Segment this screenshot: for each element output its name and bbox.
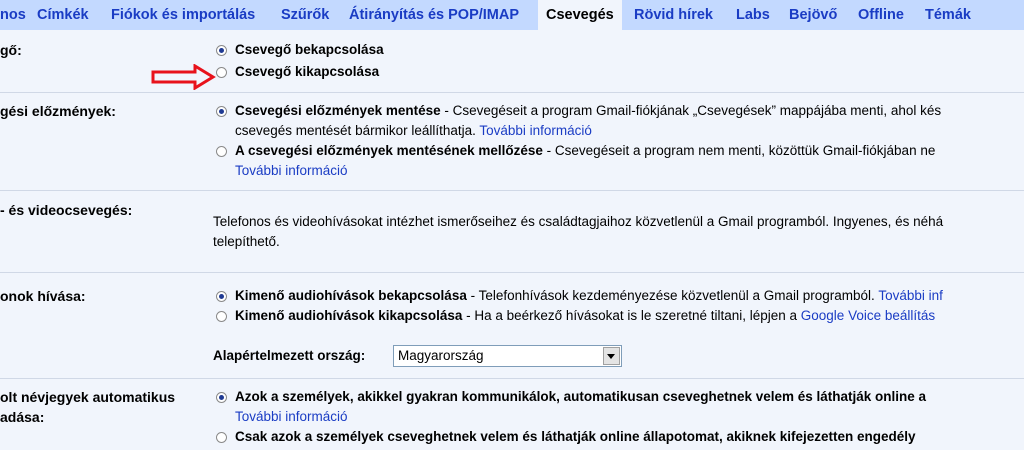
contacts-auto-radio[interactable] bbox=[216, 392, 227, 403]
history-save-desc2: csevegés mentését bármikor leállíthatja. bbox=[235, 123, 480, 138]
history-nosave-title[interactable]: A csevegési előzmények mentésének mellőz… bbox=[235, 143, 543, 158]
history-nosave-more-info-link[interactable]: További információ bbox=[235, 161, 348, 181]
calls-on-radio[interactable] bbox=[216, 291, 227, 302]
default-country-value: Magyarország bbox=[398, 348, 484, 363]
history-save-radio[interactable] bbox=[216, 106, 227, 117]
tab-filters[interactable]: Szűrők bbox=[281, 0, 329, 30]
auto-contacts-label-line1: olt névjegyek automatikus bbox=[0, 389, 176, 405]
divider bbox=[0, 272, 1024, 273]
contacts-explicit-title[interactable]: Csak azok a személyek cseveghetnek velem… bbox=[235, 427, 916, 447]
history-save-more-info-link[interactable]: További információ bbox=[479, 123, 592, 138]
settings-tab-bar: nos Címkék Fiókok és importálás Szűrők Á… bbox=[0, 0, 1024, 30]
tab-general-partial[interactable]: nos bbox=[0, 0, 26, 30]
tab-accounts-import[interactable]: Fiókok és importálás bbox=[111, 0, 255, 30]
contacts-auto-more-info-link[interactable]: További információ bbox=[235, 407, 348, 427]
video-chat-label: - és videocsevegés: bbox=[0, 202, 133, 218]
chat-off-radio[interactable] bbox=[216, 67, 227, 78]
chat-off-label[interactable]: Csevegő kikapcsolása bbox=[235, 62, 379, 82]
calls-off-radio[interactable] bbox=[216, 311, 227, 322]
tab-labs[interactable]: Labs bbox=[736, 0, 770, 30]
history-save-title[interactable]: Csevegési előzmények mentése bbox=[235, 103, 441, 118]
calls-on-more-info-link[interactable]: További inf bbox=[878, 288, 943, 303]
contacts-auto-title[interactable]: Azok a személyek, akikkel gyakran kommun… bbox=[235, 387, 926, 407]
calls-on-option: Kimenő audiohívások bekapcsolása - Telef… bbox=[235, 286, 943, 306]
chat-history-label: gési előzmények: bbox=[0, 103, 116, 119]
tab-chat[interactable]: Csevegés bbox=[538, 0, 622, 30]
tab-themes[interactable]: Témák bbox=[925, 0, 971, 30]
red-arrow-annotation bbox=[151, 64, 216, 90]
history-save-option: Csevegési előzmények mentése - Csevegése… bbox=[235, 101, 941, 121]
auto-contacts-label-line2: adása: bbox=[0, 409, 45, 425]
google-voice-settings-link[interactable]: Google Voice beállítás bbox=[801, 308, 935, 323]
contacts-explicit-radio[interactable] bbox=[216, 432, 227, 443]
history-nosave-desc: - Csevegéseit a program nem menti, közöt… bbox=[542, 143, 936, 158]
default-country-label: Alapértelmezett ország: bbox=[213, 348, 366, 363]
tab-web-clips[interactable]: Rövid hírek bbox=[634, 0, 713, 30]
calls-off-option: Kimenő audiohívások kikapcsolása - Ha a … bbox=[235, 306, 935, 326]
history-save-desc-line2: csevegés mentését bármikor leállíthatja.… bbox=[235, 121, 592, 141]
tab-inbox[interactable]: Bejövő bbox=[789, 0, 837, 30]
video-chat-description-line1: Telefonos és videohívásokat intézhet ism… bbox=[213, 214, 944, 229]
chevron-down-icon[interactable] bbox=[603, 347, 620, 365]
history-nosave-radio[interactable] bbox=[216, 146, 227, 157]
chat-setting-label: gő: bbox=[0, 42, 22, 58]
tab-offline[interactable]: Offline bbox=[858, 0, 904, 30]
tab-forwarding-pop-imap[interactable]: Átirányítás és POP/IMAP bbox=[349, 0, 519, 30]
divider bbox=[0, 92, 1024, 93]
history-save-desc: - Csevegéseit a program Gmail-fiókjának … bbox=[440, 103, 942, 118]
video-chat-description-line2: telepíthető. bbox=[213, 234, 280, 249]
phone-calls-label: onok hívása: bbox=[0, 288, 86, 304]
tab-labels[interactable]: Címkék bbox=[37, 0, 89, 30]
divider bbox=[0, 378, 1024, 379]
calls-on-desc: - Telefonhívások kezdeményezése közvetle… bbox=[466, 288, 879, 303]
divider bbox=[0, 190, 1024, 191]
calls-off-desc: - Ha a beérkező hívásokat is le szeretné… bbox=[462, 308, 801, 323]
calls-off-title[interactable]: Kimenő audiohívások kikapcsolása bbox=[235, 308, 462, 323]
chat-on-radio[interactable] bbox=[216, 45, 227, 56]
calls-on-title[interactable]: Kimenő audiohívások bekapcsolása bbox=[235, 288, 467, 303]
history-nosave-option: A csevegési előzmények mentésének mellőz… bbox=[235, 141, 935, 161]
default-country-select[interactable]: Magyarország bbox=[393, 345, 622, 367]
chat-on-label[interactable]: Csevegő bekapcsolása bbox=[235, 40, 384, 60]
